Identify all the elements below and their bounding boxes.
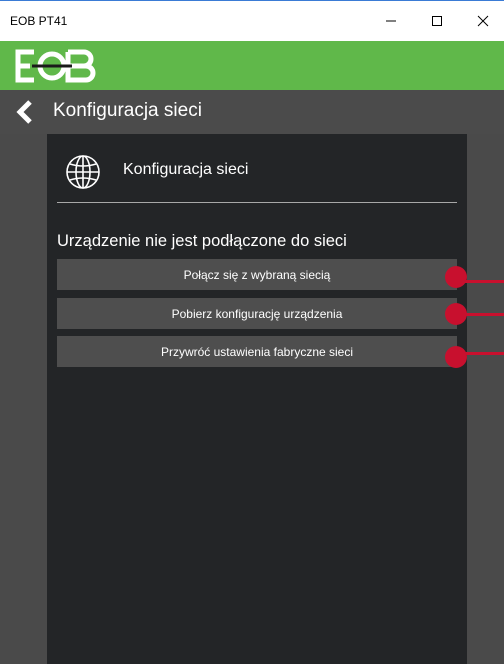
config-panel: [47, 134, 467, 664]
chevron-left-icon[interactable]: [14, 100, 36, 124]
nav-header: Konfiguracja sieci: [0, 90, 504, 134]
callout-dot: [445, 346, 467, 368]
nav-title: Konfiguracja sieci: [53, 100, 202, 121]
eob-logo: [15, 49, 96, 83]
brand-bar: [0, 41, 504, 90]
connect-network-button[interactable]: Połącz się z wybraną siecią: [57, 259, 457, 290]
close-icon: [477, 15, 489, 27]
factory-reset-button[interactable]: Przywróć ustawienia fabryczne sieci: [57, 336, 457, 367]
divider: [57, 202, 457, 203]
minimize-icon: [386, 20, 396, 22]
panel-title: Konfiguracja sieci: [123, 161, 249, 178]
minimize-button[interactable]: [368, 1, 414, 41]
fetch-config-button[interactable]: Pobierz konfigurację urządzenia: [57, 298, 457, 329]
connection-status: Urządzenie nie jest podłączone do sieci: [57, 232, 347, 250]
window-title: EOB PT41: [10, 14, 68, 28]
close-button[interactable]: [460, 1, 504, 41]
window-titlebar[interactable]: EOB PT41: [0, 0, 504, 41]
callout-dot: [445, 266, 467, 288]
maximize-button[interactable]: [414, 1, 460, 41]
globe-icon: [66, 155, 100, 189]
maximize-icon: [432, 16, 442, 26]
callout-dot: [445, 303, 467, 325]
